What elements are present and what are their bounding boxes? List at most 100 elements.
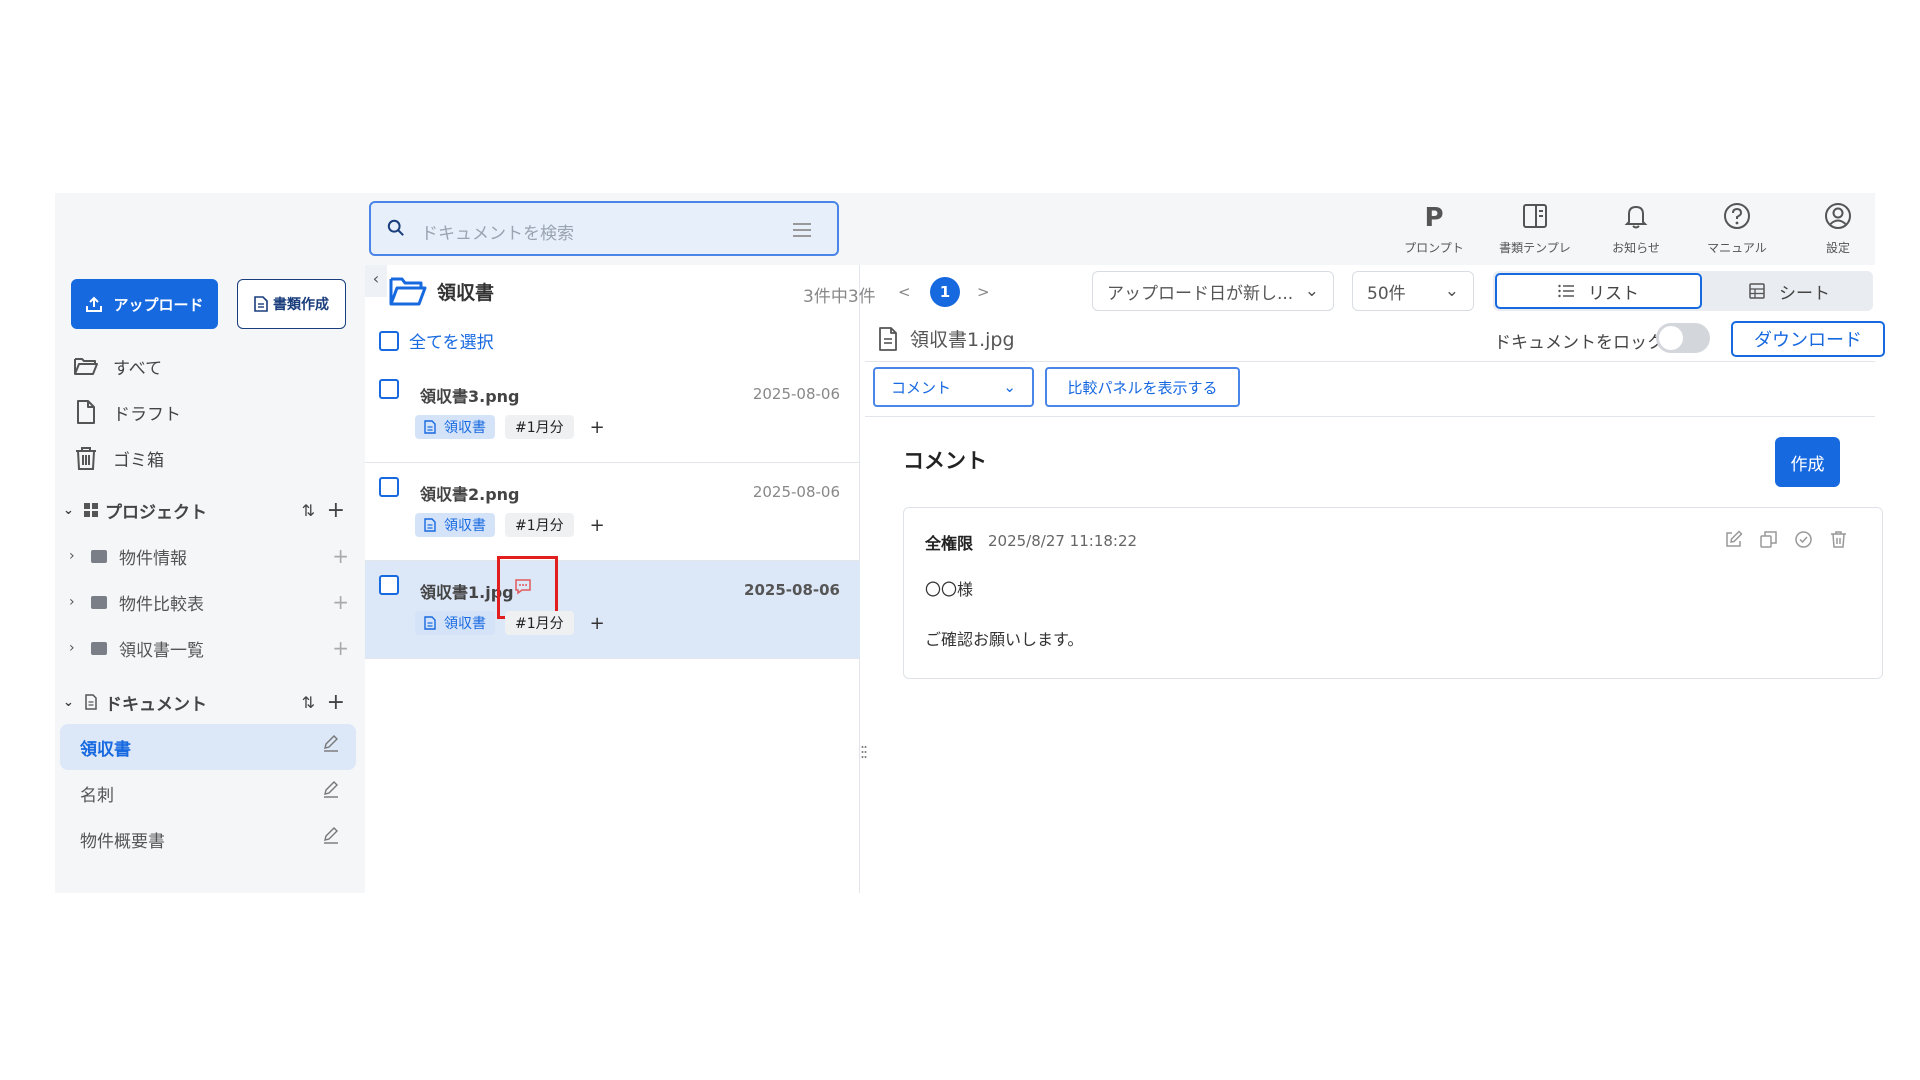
chevron-down-icon: ⌄ bbox=[1003, 378, 1016, 396]
file-list-column: ‹ 領収書 全てを選択 領収書3.png 2025-08-06 領収書 #1月分… bbox=[365, 265, 860, 893]
nav-draft[interactable]: ドラフト bbox=[73, 397, 181, 427]
topnav-settings[interactable]: 設定 bbox=[1798, 201, 1878, 261]
trash-icon[interactable] bbox=[1829, 530, 1848, 549]
detail-panel: 領収書1.jpg ドキュメントをロック ダウンロード コメント ⌄ 比較パネルを… bbox=[865, 317, 1885, 893]
document-section-header[interactable]: ⌄ ドキュメント ⇅ + bbox=[63, 689, 353, 715]
edit-pen-icon[interactable] bbox=[322, 826, 340, 844]
hashtag-tag[interactable]: #1月分 bbox=[505, 611, 574, 635]
project-section-title: プロジェクト bbox=[105, 502, 207, 523]
sort-icon[interactable]: ⇅ bbox=[302, 501, 315, 520]
panel-select[interactable]: コメント ⌄ bbox=[873, 367, 1034, 407]
topnav-prompt[interactable]: P プロンプト bbox=[1394, 201, 1474, 261]
hashtag-tag[interactable]: #1月分 bbox=[505, 513, 574, 537]
detail-file-name: 領収書1.jpg bbox=[910, 329, 1015, 351]
sheet-icon bbox=[1749, 283, 1765, 299]
search-bar[interactable]: ドキュメントを検索 bbox=[369, 201, 839, 256]
edit-icon[interactable] bbox=[1724, 530, 1743, 549]
create-document-label: 書類作成 bbox=[273, 297, 329, 313]
view-toggle: リスト シート bbox=[1493, 271, 1873, 311]
document-item[interactable]: 物件概要書 bbox=[60, 816, 356, 862]
comments-title: コメント bbox=[903, 449, 987, 473]
panel-select-value: コメント bbox=[891, 378, 952, 397]
chevron-down-icon[interactable]: ⌄ bbox=[63, 695, 75, 710]
file-row[interactable]: 領収書2.png 2025-08-06 領収書 #1月分 + bbox=[365, 463, 860, 561]
project-item[interactable]: › 物件比較表 + bbox=[69, 589, 349, 615]
project-item[interactable]: › 物件情報 + bbox=[69, 543, 349, 569]
file-row-selected[interactable]: 領収書1.jpg 2025-08-06 領収書 #1月分 + bbox=[365, 556, 860, 659]
select-all-checkbox[interactable] bbox=[379, 330, 399, 351]
document-type-tag[interactable]: 領収書 bbox=[415, 415, 495, 439]
topnav-manual[interactable]: マニュアル bbox=[1697, 201, 1777, 261]
prev-page-button[interactable]: < bbox=[898, 283, 911, 301]
create-document-button[interactable]: 書類作成 bbox=[237, 279, 346, 329]
create-comment-button[interactable]: 作成 bbox=[1775, 437, 1840, 487]
folder-open-icon bbox=[74, 358, 98, 375]
upload-button[interactable]: アップロード bbox=[71, 279, 218, 329]
project-item[interactable]: › 領収書一覧 + bbox=[69, 635, 349, 661]
chevron-down-icon[interactable]: ⌄ bbox=[63, 503, 75, 518]
topnav-notifications[interactable]: お知らせ bbox=[1596, 201, 1676, 261]
document-type-tag[interactable]: 領収書 bbox=[415, 611, 495, 635]
per-page-dropdown[interactable]: 50件 ⌄ bbox=[1352, 271, 1474, 311]
search-icon bbox=[387, 219, 404, 236]
comment-body-line: 〇〇様 bbox=[925, 580, 974, 599]
row-checkbox[interactable] bbox=[379, 477, 399, 497]
filter-menu-icon[interactable] bbox=[793, 223, 811, 237]
select-all[interactable]: 全てを選択 bbox=[379, 328, 494, 353]
copy-icon[interactable] bbox=[1759, 530, 1778, 549]
folder-title-label: 領収書 bbox=[437, 281, 495, 304]
next-page-button[interactable]: > bbox=[977, 283, 990, 301]
nav-label: ドラフト bbox=[113, 404, 181, 425]
grid-icon bbox=[84, 503, 98, 517]
document-item[interactable]: 名刺 bbox=[60, 770, 356, 816]
lock-toggle[interactable] bbox=[1656, 323, 1710, 353]
folder-icon bbox=[91, 595, 107, 609]
add-document-icon[interactable]: + bbox=[327, 690, 345, 715]
download-button[interactable]: ダウンロード bbox=[1731, 321, 1885, 357]
document-item-active[interactable]: 領収書 bbox=[60, 724, 356, 770]
file-row[interactable]: 領収書3.png 2025-08-06 領収書 #1月分 + bbox=[365, 365, 860, 463]
current-page-button[interactable]: 1 bbox=[930, 277, 960, 307]
document-icon bbox=[424, 616, 436, 630]
file-icon bbox=[77, 400, 95, 424]
add-icon[interactable]: + bbox=[332, 636, 349, 660]
lock-label: ドキュメントをロック bbox=[1494, 333, 1664, 353]
file-date: 2025-08-06 bbox=[752, 483, 840, 501]
edit-pen-icon[interactable] bbox=[322, 734, 340, 752]
chevron-down-icon: ⌄ bbox=[1304, 281, 1319, 301]
sheet-view-button[interactable]: シート bbox=[1708, 273, 1871, 309]
add-project-icon[interactable]: + bbox=[327, 498, 345, 523]
chevron-right-icon[interactable]: › bbox=[69, 594, 91, 610]
chevron-right-icon[interactable]: › bbox=[69, 640, 91, 656]
add-tag-button[interactable]: + bbox=[590, 613, 605, 634]
chevron-right-icon[interactable]: › bbox=[69, 548, 91, 564]
list-icon bbox=[1558, 284, 1574, 298]
add-icon[interactable]: + bbox=[332, 590, 349, 614]
topnav-label: マニュアル bbox=[1707, 241, 1767, 255]
nav-trash[interactable]: ゴミ箱 bbox=[73, 443, 164, 473]
document-type-tag[interactable]: 領収書 bbox=[415, 513, 495, 537]
per-page-value: 50件 bbox=[1367, 283, 1406, 304]
search-input[interactable]: ドキュメントを検索 bbox=[421, 219, 574, 244]
folder-title: 領収書 bbox=[389, 275, 494, 307]
edit-pen-icon[interactable] bbox=[322, 780, 340, 798]
sort-dropdown[interactable]: アップロード日が新し... ⌄ bbox=[1092, 271, 1334, 311]
add-tag-button[interactable]: + bbox=[590, 515, 605, 536]
topnav-template[interactable]: 書類テンプレ bbox=[1495, 201, 1575, 261]
sort-icon[interactable]: ⇅ bbox=[302, 693, 315, 712]
collapse-sidebar-icon[interactable]: ‹ bbox=[365, 265, 387, 297]
add-tag-button[interactable]: + bbox=[590, 417, 605, 438]
project-section-header[interactable]: ⌄ プロジェクト ⇅ + bbox=[63, 497, 353, 523]
document-icon bbox=[424, 518, 436, 532]
check-circle-icon[interactable] bbox=[1794, 530, 1813, 549]
add-icon[interactable]: + bbox=[332, 544, 349, 568]
list-view-button[interactable]: リスト bbox=[1495, 273, 1702, 309]
nav-all[interactable]: すべて bbox=[73, 351, 162, 381]
row-checkbox[interactable] bbox=[379, 575, 399, 595]
chevron-down-icon: ⌄ bbox=[1444, 281, 1459, 301]
row-checkbox[interactable] bbox=[379, 379, 399, 399]
app-window: ドキュメントを検索 P プロンプト 書類テンプレ お知らせ マニュアル 設定 ア… bbox=[55, 193, 1885, 893]
hashtag-tag[interactable]: #1月分 bbox=[505, 415, 574, 439]
compare-panel-button[interactable]: 比較パネルを表示する bbox=[1045, 367, 1240, 407]
comment-actions bbox=[1724, 530, 1848, 549]
